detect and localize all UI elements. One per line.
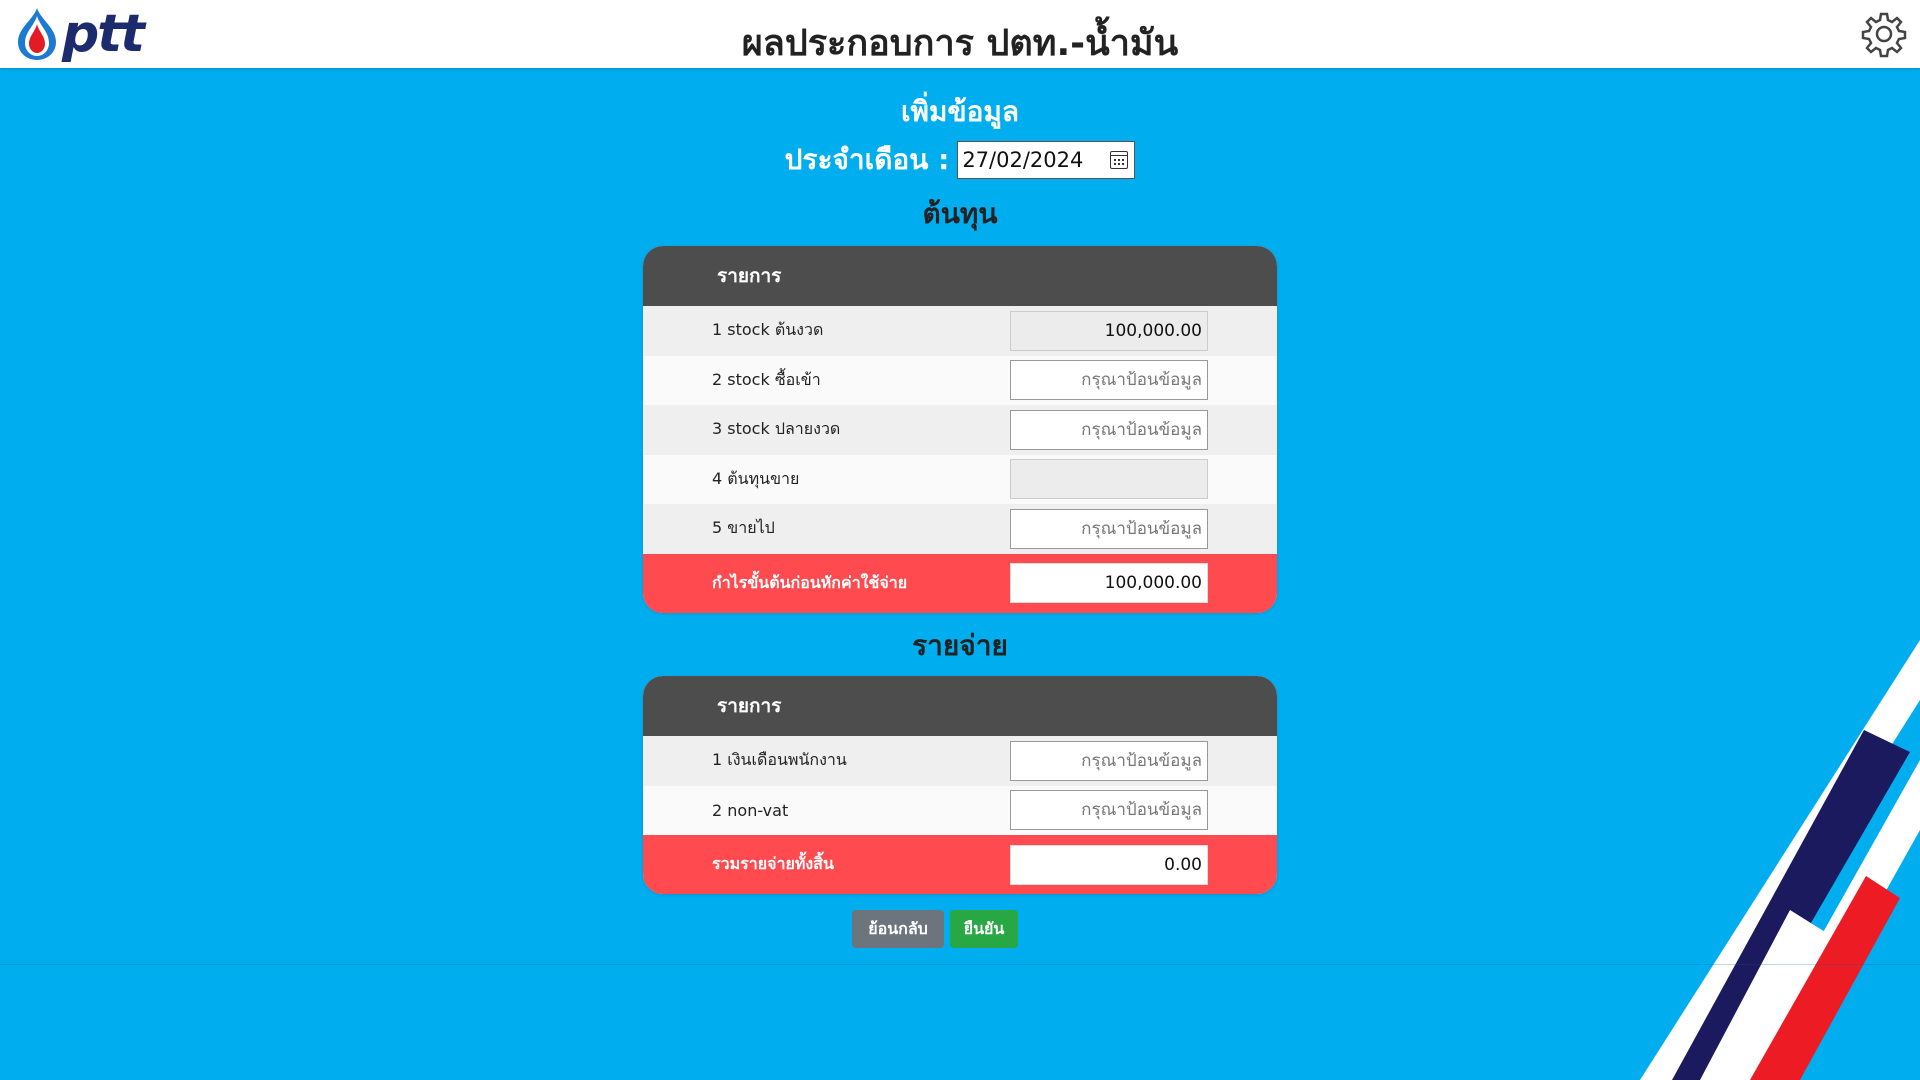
cost-of-sales-field xyxy=(1010,459,1208,500)
cost-table-header: รายการ xyxy=(643,246,1277,306)
table-row: 1 เงินเดือนพนักงาน xyxy=(643,736,1277,786)
row-label: 2 stock ซื้อเข้า xyxy=(712,369,821,389)
confirm-button[interactable]: ยืนยัน xyxy=(950,910,1018,948)
expense-heading: รายจ่าย xyxy=(912,629,1008,662)
cost-heading: ต้นทุน xyxy=(922,197,998,230)
row-label: 5 ขายไป xyxy=(712,518,775,538)
non-vat-field[interactable] xyxy=(1010,790,1208,831)
total-label: กำไรขั้นต้นก่อนหักค่าใช้จ่าย xyxy=(712,572,908,592)
total-row: รวมรายจ่ายทั้งสิ้น xyxy=(643,835,1277,894)
month-row: ประจำเดือน : 27/02/2024 xyxy=(0,138,1920,182)
stock-start-field xyxy=(1010,310,1208,351)
date-value: 27/02/2024 xyxy=(962,148,1084,172)
table-row: 5 ขายไป xyxy=(643,504,1277,554)
table-row: 1 stock ต้นงวด xyxy=(643,306,1277,356)
back-button[interactable]: ย้อนกลับ xyxy=(852,910,944,948)
table-row: 2 non-vat xyxy=(643,785,1277,835)
total-expense-field xyxy=(1010,844,1208,885)
row-label: 3 stock ปลายงวด xyxy=(712,419,841,439)
row-label: 2 non-vat xyxy=(712,800,789,820)
date-input[interactable]: 27/02/2024 xyxy=(957,141,1136,179)
gross-profit-field xyxy=(1010,563,1208,603)
row-label: 1 stock ต้นงวด xyxy=(712,320,824,340)
cost-table: รายการ 1 stock ต้นงวด 2 stock ซื้อเข้า 3… xyxy=(643,246,1277,613)
row-label: 1 เงินเดือนพนักงาน xyxy=(712,750,847,770)
stock-purchase-field[interactable] xyxy=(1010,360,1208,401)
table-row: 3 stock ปลายงวด xyxy=(643,405,1277,455)
action-buttons: ย้อนกลับ ยืนยัน xyxy=(0,910,1920,948)
month-label: ประจำเดือน : xyxy=(784,143,950,176)
divider xyxy=(0,964,1920,965)
top-bar: ptt ผลประกอบการ ปตท.-น้ำมัน xyxy=(0,0,1920,68)
table-row: 4 ต้นทุนขาย xyxy=(643,454,1277,504)
expense-table: รายการ 1 เงินเดือนพนักงาน 2 non-vat รวมร… xyxy=(643,676,1277,894)
salary-field[interactable] xyxy=(1010,740,1208,781)
total-label: รวมรายจ่ายทั้งสิ้น xyxy=(712,854,834,873)
table-row: 2 stock ซื้อเข้า xyxy=(643,355,1277,405)
stock-end-field[interactable] xyxy=(1010,409,1208,450)
form-heading: เพิ่มข้อมูล xyxy=(900,95,1020,128)
gear-icon[interactable] xyxy=(1860,10,1908,58)
page-title: ผลประกอบการ ปตท.-น้ำมัน xyxy=(741,23,1179,64)
sales-field[interactable] xyxy=(1010,508,1208,549)
calendar-icon[interactable] xyxy=(1110,151,1129,169)
expense-table-header: รายการ xyxy=(643,676,1277,736)
total-row: กำไรขั้นต้นก่อนหักค่าใช้จ่าย xyxy=(643,553,1277,613)
row-label: 4 ต้นทุนขาย xyxy=(712,468,800,488)
